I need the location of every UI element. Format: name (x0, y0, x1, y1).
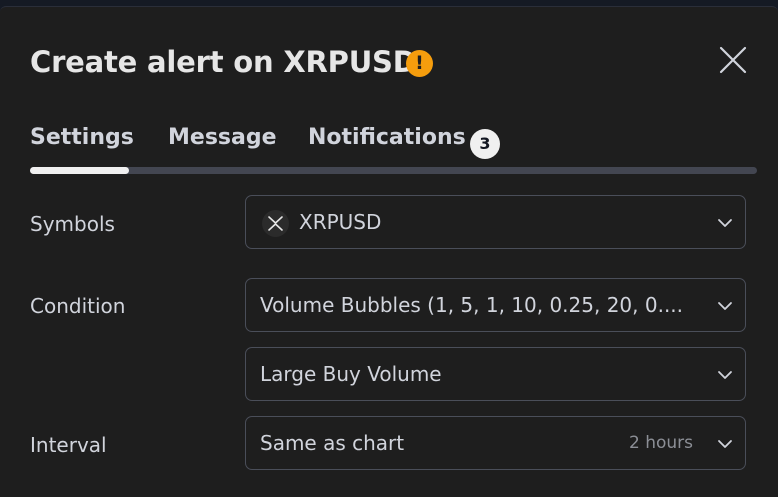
notifications-count-badge: 3 (470, 129, 500, 159)
create-alert-dialog: Create alert on XRPUSD ! Settings Messag… (0, 6, 778, 497)
interval-value: Same as chart (260, 431, 405, 455)
condition-indicator-select[interactable]: Volume Bubbles (1, 5, 1, 10, 0.25, 20, 0… (245, 278, 746, 332)
condition-indicator-value: Volume Bubbles (1, 5, 1, 10, 0.25, 20, 0… (260, 293, 684, 317)
tab-track (30, 167, 757, 174)
condition-signal-value: Large Buy Volume (260, 362, 442, 386)
chevron-down-icon (718, 219, 732, 227)
active-tab-indicator (30, 167, 129, 174)
interval-hint: 2 hours (628, 433, 693, 453)
warning-icon[interactable]: ! (406, 50, 433, 77)
xrp-logo-icon (262, 210, 289, 237)
symbols-label: Symbols (30, 212, 115, 236)
close-icon[interactable] (716, 43, 750, 77)
condition-signal-select[interactable]: Large Buy Volume (245, 347, 746, 401)
tab-notifications[interactable]: Notifications (308, 125, 466, 150)
symbols-value: XRPUSD (299, 210, 382, 234)
chevron-down-icon (718, 440, 732, 448)
tab-settings[interactable]: Settings (30, 125, 134, 150)
interval-label: Interval (30, 433, 107, 457)
chevron-down-icon (718, 371, 732, 379)
tab-message[interactable]: Message (168, 125, 277, 150)
chevron-down-icon (718, 302, 732, 310)
dialog-title: Create alert on XRPUSD (30, 45, 417, 79)
interval-select[interactable]: Same as chart 2 hours (245, 416, 746, 470)
condition-label: Condition (30, 294, 126, 318)
symbols-select[interactable]: XRPUSD (245, 195, 746, 249)
